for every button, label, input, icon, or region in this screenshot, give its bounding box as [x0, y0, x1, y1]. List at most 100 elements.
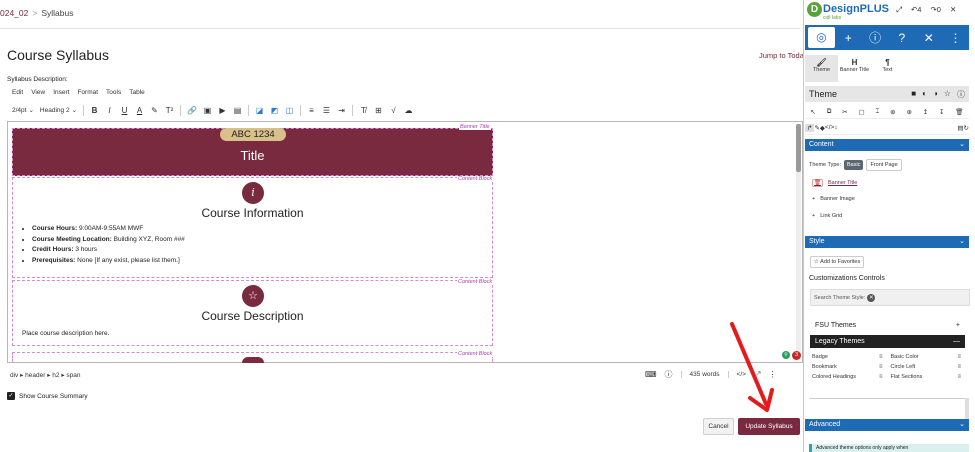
expand-plus-icon[interactable]: +: [956, 322, 960, 329]
plus-icon[interactable]: +: [812, 213, 815, 219]
menu-insert[interactable]: Insert: [53, 89, 69, 96]
accessibility-icon[interactable]: ⓘ: [665, 369, 673, 380]
italic-button[interactable]: I: [105, 106, 114, 115]
bold-button[interactable]: B: [90, 106, 99, 115]
rich-content-icon[interactable]: ◫: [285, 106, 294, 115]
move-down-icon[interactable]: ↧: [939, 108, 944, 116]
content-item-banner-image[interactable]: + Banner Image: [812, 196, 855, 202]
paragraph-icon: ¶: [885, 58, 890, 67]
section-advanced[interactable]: Advanced ⌄: [805, 419, 969, 431]
theme-option-circle-left[interactable]: Circle Left ≡: [891, 364, 966, 370]
highlight-icon[interactable]: ✎: [150, 106, 159, 115]
breadcrumb-course[interactable]: 024_02: [0, 8, 28, 18]
breadcrumb-separator: >: [32, 8, 38, 18]
issues-count-badge[interactable]: 3: [792, 351, 801, 360]
show-course-summary-row[interactable]: ✓ Show Course Summary: [7, 392, 88, 400]
video-icon[interactable]: ■: [911, 89, 916, 100]
favorite-star-icon[interactable]: ☆: [944, 89, 951, 100]
text-color-button[interactable]: A: [135, 106, 144, 115]
palette-icon[interactable]: ◑: [933, 89, 938, 100]
cancel-button[interactable]: Cancel: [703, 418, 734, 435]
group-label: FSU Themes: [815, 321, 857, 329]
redo-arrow-icon[interactable]: ↱: [805, 123, 815, 132]
more-icon[interactable]: ⋮: [942, 31, 969, 45]
undo-icon[interactable]: ↶4: [911, 5, 921, 15]
media-icon[interactable]: ▶: [218, 106, 227, 115]
theme-option-flat-sections[interactable]: Flat Sections ≡: [891, 374, 966, 380]
tools-icon[interactable]: ✕: [915, 31, 942, 45]
content-block-tag: Content Block: [457, 279, 494, 285]
update-syllabus-button[interactable]: Update Syllabus: [738, 418, 800, 435]
section-content[interactable]: Content ⌄: [805, 139, 969, 151]
menu-table[interactable]: Table: [129, 89, 145, 96]
underline-button[interactable]: U: [120, 106, 129, 115]
collapse-minus-icon[interactable]: —: [953, 338, 960, 345]
search-theme-field[interactable]: Search Theme Style: ✕: [810, 289, 970, 306]
theme-option-bookmark[interactable]: Bookmark ≡: [812, 364, 887, 370]
editor-scrollbar-thumb[interactable]: [796, 124, 801, 172]
tab-banner-title[interactable]: H Banner Title: [838, 55, 871, 82]
plus-icon[interactable]: +: [812, 196, 815, 202]
list-icon[interactable]: ☰: [322, 106, 331, 115]
target-icon[interactable]: ◎: [808, 27, 835, 48]
add-icon[interactable]: +: [835, 31, 862, 45]
toggle-icon[interactable]: ◐: [922, 89, 927, 100]
panel-scrollbar[interactable]: [965, 398, 969, 420]
menu-edit[interactable]: Edit: [12, 89, 23, 96]
clear-format-icon[interactable]: T̸: [359, 106, 368, 115]
delete-icon[interactable]: 🗑: [955, 108, 963, 116]
link-icon[interactable]: 🔗: [187, 106, 197, 115]
font-size-select[interactable]: 2/4pt ⌄: [12, 106, 34, 115]
clear-icon[interactable]: ✕: [867, 294, 876, 302]
theme-option-badge[interactable]: Badge ≡: [812, 354, 887, 360]
document-icon[interactable]: ▤: [233, 106, 242, 115]
embed-icon[interactable]: ☁: [404, 106, 413, 115]
align-icon[interactable]: ≡: [307, 106, 316, 115]
trash-icon[interactable]: 🗑: [812, 179, 823, 187]
redo-icon[interactable]: ↷0: [930, 5, 940, 15]
expand-icon[interactable]: ⤢: [896, 5, 902, 15]
show-course-summary-checkbox[interactable]: ✓: [7, 392, 15, 400]
code-icon[interactable]: </>: [825, 124, 834, 131]
insert-above-icon[interactable]: ⊕: [890, 108, 895, 116]
info-icon[interactable]: ⓘ: [957, 89, 965, 100]
insert-below-icon[interactable]: ⊕: [906, 108, 911, 116]
tab-text[interactable]: ¶ Text: [871, 55, 904, 82]
equation-icon[interactable]: √: [389, 106, 398, 115]
content-item-banner-title[interactable]: 🗑 Banner Title: [812, 179, 857, 187]
theme-option-basic-color[interactable]: Basic Color ≡: [891, 354, 966, 360]
arrange-icon[interactable]: ⌶: [875, 108, 879, 116]
select-icon[interactable]: ↖: [810, 108, 815, 116]
theme-option-colored-headings[interactable]: Colored Headings ≡: [812, 374, 887, 380]
section-style[interactable]: Style ⌄: [805, 236, 969, 248]
accessibility-tool-icon[interactable]: ◩: [270, 106, 279, 115]
tab-theme[interactable]: 🖌 Theme: [805, 55, 838, 82]
theme-type-basic[interactable]: Basic: [844, 160, 864, 170]
help-icon[interactable]: ?: [888, 31, 915, 45]
designplus-tool-icon[interactable]: ◪: [255, 106, 264, 115]
jump-to-today-link[interactable]: Jump to Today: [759, 51, 808, 60]
block-format-select[interactable]: Heading 2 ⌄: [40, 106, 77, 115]
legacy-themes-group[interactable]: Legacy Themes —: [810, 335, 965, 348]
table-icon[interactable]: ⊞: [374, 106, 383, 115]
indent-icon[interactable]: ⇥: [337, 106, 346, 115]
menu-format[interactable]: Format: [77, 89, 98, 96]
content-item-link-grid[interactable]: + Link Grid: [812, 213, 842, 219]
info-nav-icon[interactable]: ⓘ: [862, 29, 889, 46]
cut-icon[interactable]: ✂: [842, 108, 847, 116]
superscript-button[interactable]: T²: [165, 106, 174, 115]
image-icon[interactable]: ▣: [203, 106, 212, 115]
menu-view[interactable]: View: [31, 89, 45, 96]
menu-tools[interactable]: Tools: [106, 89, 121, 96]
theme-type-front-page[interactable]: Front Page: [866, 159, 902, 171]
add-to-favorites-button[interactable]: ☆ Add to Favorites: [810, 256, 865, 268]
fsu-themes-group[interactable]: FSU Themes +: [810, 319, 965, 331]
copy-icon[interactable]: ⧉: [827, 108, 832, 116]
height-icon[interactable]: ↕: [834, 124, 837, 131]
close-icon[interactable]: ✕: [950, 5, 956, 15]
keyboard-icon[interactable]: ⌨: [645, 370, 657, 379]
move-up-icon[interactable]: ↥: [923, 108, 928, 116]
paste-icon[interactable]: ▢: [858, 108, 864, 116]
refresh-icon[interactable]: ↻: [964, 124, 969, 132]
location-pin-icon[interactable]: ⚲: [782, 351, 790, 359]
